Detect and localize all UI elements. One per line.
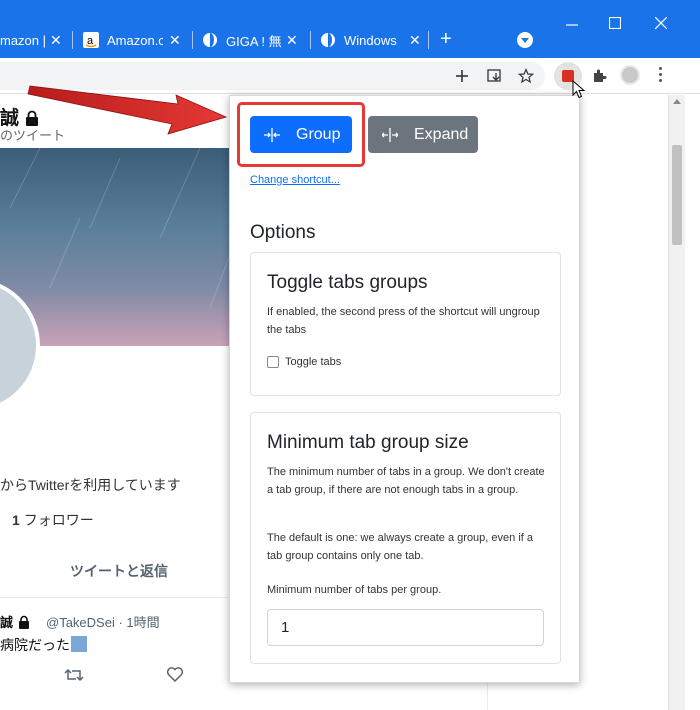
browser-title-bar: mazon | ✕ a Amazon.c ✕ GIGA ! 無 ✕ Window… xyxy=(0,0,700,58)
lock-icon xyxy=(18,615,29,629)
toggle-tabs-card: Toggle tabs groups If enabled, the secon… xyxy=(250,252,561,396)
close-icon[interactable]: ✕ xyxy=(50,32,62,49)
change-shortcut-link[interactable]: Change shortcut... xyxy=(250,174,340,186)
plus-icon[interactable] xyxy=(452,66,472,86)
scrollbar-thumb[interactable] xyxy=(672,145,682,245)
tab-separator xyxy=(72,31,73,49)
tab-tweets-and-replies[interactable]: ツイートと返信 xyxy=(70,561,168,581)
checkbox-label: Toggle tabs xyxy=(285,356,342,368)
tweet-text: 病院だった xyxy=(0,635,87,655)
profile-subtitle: のツイート xyxy=(0,128,66,143)
expand-button[interactable]: Expand xyxy=(368,116,478,153)
toggle-tabs-checkbox-row[interactable]: Toggle tabs xyxy=(267,356,341,368)
card-title: Minimum tab group size xyxy=(267,432,469,453)
min-group-size-card: Minimum tab group size The minimum numbe… xyxy=(250,412,561,664)
collapse-arrows-icon xyxy=(264,127,280,142)
bookmark-star-icon[interactable] xyxy=(516,66,536,86)
tab-windows[interactable]: Windows ✕ xyxy=(320,25,425,55)
extensions-puzzle-icon[interactable] xyxy=(589,66,609,86)
min-tabs-input[interactable]: 1 xyxy=(267,609,544,646)
maximize-icon[interactable] xyxy=(608,16,622,34)
tab-separator xyxy=(192,31,193,49)
tweet-author[interactable]: 誠 xyxy=(0,612,31,631)
group-button[interactable]: Group xyxy=(250,116,352,153)
field-label: Minimum number of tabs per group. xyxy=(267,584,442,596)
group-button-label: Group xyxy=(296,125,341,143)
close-icon[interactable]: ✕ xyxy=(409,32,421,49)
minimize-icon[interactable] xyxy=(566,18,578,36)
close-icon[interactable]: ✕ xyxy=(169,32,181,49)
toggle-tabs-checkbox[interactable] xyxy=(267,356,279,368)
like-heart-icon[interactable] xyxy=(166,666,184,687)
tab-label: Amazon.c xyxy=(107,32,163,48)
tab-label: mazon | xyxy=(0,32,47,48)
followers-number: 1 xyxy=(12,512,20,528)
followers-label: フォロワー xyxy=(23,512,94,528)
hospital-emoji-icon xyxy=(71,636,87,652)
tweet-text-content: 病院だった xyxy=(0,637,70,653)
tab-label: Windows xyxy=(344,32,397,48)
extension-popup: Group Expand Change shortcut... Options … xyxy=(229,95,580,683)
profile-avatar-icon[interactable] xyxy=(620,65,640,85)
expand-button-label: Expand xyxy=(414,125,469,143)
tweet-author-name: 誠 xyxy=(0,615,14,630)
close-icon[interactable]: ✕ xyxy=(286,32,298,49)
globe-icon xyxy=(202,32,218,48)
card-description: The minimum number of tabs in a group. W… xyxy=(267,466,545,496)
tab-giga[interactable]: GIGA ! 無 ✕ xyxy=(202,25,302,55)
mouse-cursor-icon xyxy=(572,80,586,99)
card-description: If enabled, the second press of the shor… xyxy=(267,306,540,336)
default-note: The default is one: we always create a g… xyxy=(267,532,533,562)
window-close-icon[interactable] xyxy=(654,16,668,34)
tab-separator xyxy=(310,31,311,49)
globe-icon xyxy=(320,32,336,48)
retweet-icon[interactable] xyxy=(64,667,84,688)
options-heading: Options xyxy=(250,222,316,243)
page-scrollbar[interactable] xyxy=(668,95,685,710)
tab-amazon-1[interactable]: mazon | ✕ xyxy=(0,25,65,55)
browser-toolbar xyxy=(0,58,700,94)
profile-joined-text: からTwitterを利用しています xyxy=(0,477,181,493)
tweet-handle: @TakeDSei · 1時間 xyxy=(46,615,160,630)
amazon-icon: a xyxy=(83,32,99,48)
tab-search-icon[interactable] xyxy=(517,32,533,48)
tab-label: GIGA ! 無 xyxy=(226,33,282,49)
scroll-up-icon[interactable] xyxy=(673,99,681,104)
tab-amazon-2[interactable]: a Amazon.c ✕ xyxy=(83,25,183,55)
install-icon[interactable] xyxy=(485,66,505,86)
new-tab-button[interactable]: + xyxy=(440,28,452,51)
lock-icon xyxy=(26,110,39,126)
tab-separator xyxy=(428,31,429,49)
card-title: Toggle tabs groups xyxy=(267,272,428,293)
menu-kebab-icon[interactable] xyxy=(659,67,663,85)
followers-count[interactable]: 1 フォロワー xyxy=(12,510,94,530)
window-edge xyxy=(685,95,700,710)
expand-arrows-icon xyxy=(381,127,399,142)
